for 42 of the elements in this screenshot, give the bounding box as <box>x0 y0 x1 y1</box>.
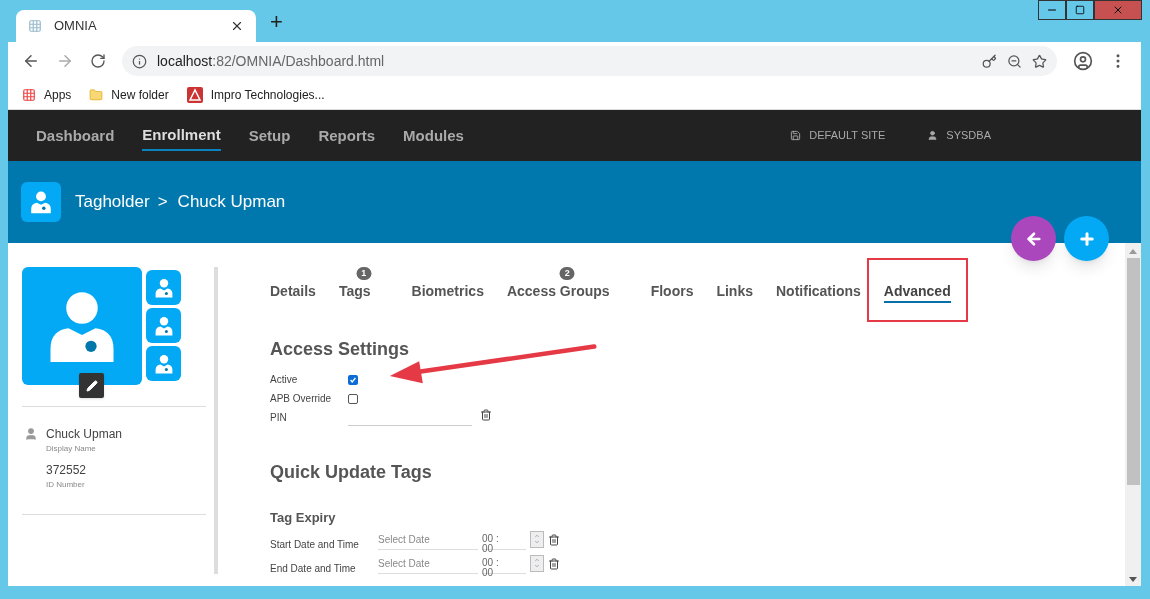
time-field[interactable]: 00 : 00 <box>482 530 526 550</box>
breadcrumb-section[interactable]: Tagholder <box>75 189 150 215</box>
new-tab-button[interactable]: + <box>270 5 283 38</box>
count-badge: 2 <box>559 267 575 280</box>
subsection-title: Tag Expiry <box>270 509 337 527</box>
bookmark[interactable]: New folder <box>89 85 169 104</box>
date-field[interactable]: Select Date <box>378 530 478 550</box>
field-label: Active <box>270 373 299 387</box>
date-field[interactable]: Select Date <box>378 554 478 574</box>
field-label: PIN <box>270 411 288 425</box>
bookmark[interactable]: Impro Technologies... <box>186 85 325 104</box>
count-badge: 1 <box>356 267 372 280</box>
section-title: Quick Update Tags <box>270 461 433 484</box>
tab[interactable]: Notifications <box>776 283 861 301</box>
tab[interactable]: Biometrics <box>411 283 484 301</box>
display-name: Chuck Upman <box>46 426 123 443</box>
time-field[interactable]: 00 : 00 <box>482 554 526 574</box>
section-title: Access Settings <box>270 338 411 361</box>
field-label: End Date and Time <box>270 561 357 576</box>
nav-item[interactable]: Modules <box>403 123 464 148</box>
site-label[interactable]: DEFAULT SITE <box>809 127 886 144</box>
nav-item[interactable]: Reports <box>318 123 376 148</box>
display-name-label: Display Name <box>46 443 97 455</box>
id-number: 372552 <box>46 462 88 479</box>
bookmark[interactable]: Apps <box>22 85 72 104</box>
tab[interactable]: Details <box>270 283 316 301</box>
nav-item[interactable]: Dashboard <box>36 123 115 148</box>
breadcrumb-current: Chuck Upman <box>177 191 286 214</box>
tab[interactable]: Access Groups <box>506 283 610 301</box>
tab[interactable]: Floors <box>650 283 694 301</box>
field-label: Start Date and Time <box>270 537 360 552</box>
nav-item[interactable]: Enrollment <box>142 120 221 151</box>
id-number-label: ID Number <box>46 479 86 491</box>
browser-tab[interactable]: OMNIA <box>16 10 256 42</box>
nav-item[interactable]: Setup <box>248 123 291 148</box>
tab[interactable]: Tags <box>338 283 371 301</box>
field-label: APB Override <box>270 392 333 406</box>
user-label[interactable]: SYSDBA <box>946 127 991 144</box>
tab[interactable]: Links <box>716 283 753 301</box>
address-bar[interactable]: localhost:82/OMNIA/Dashboard.html <box>122 46 1057 76</box>
breadcrumb-separator: > <box>157 191 168 214</box>
tab[interactable]: Advanced <box>883 283 951 303</box>
